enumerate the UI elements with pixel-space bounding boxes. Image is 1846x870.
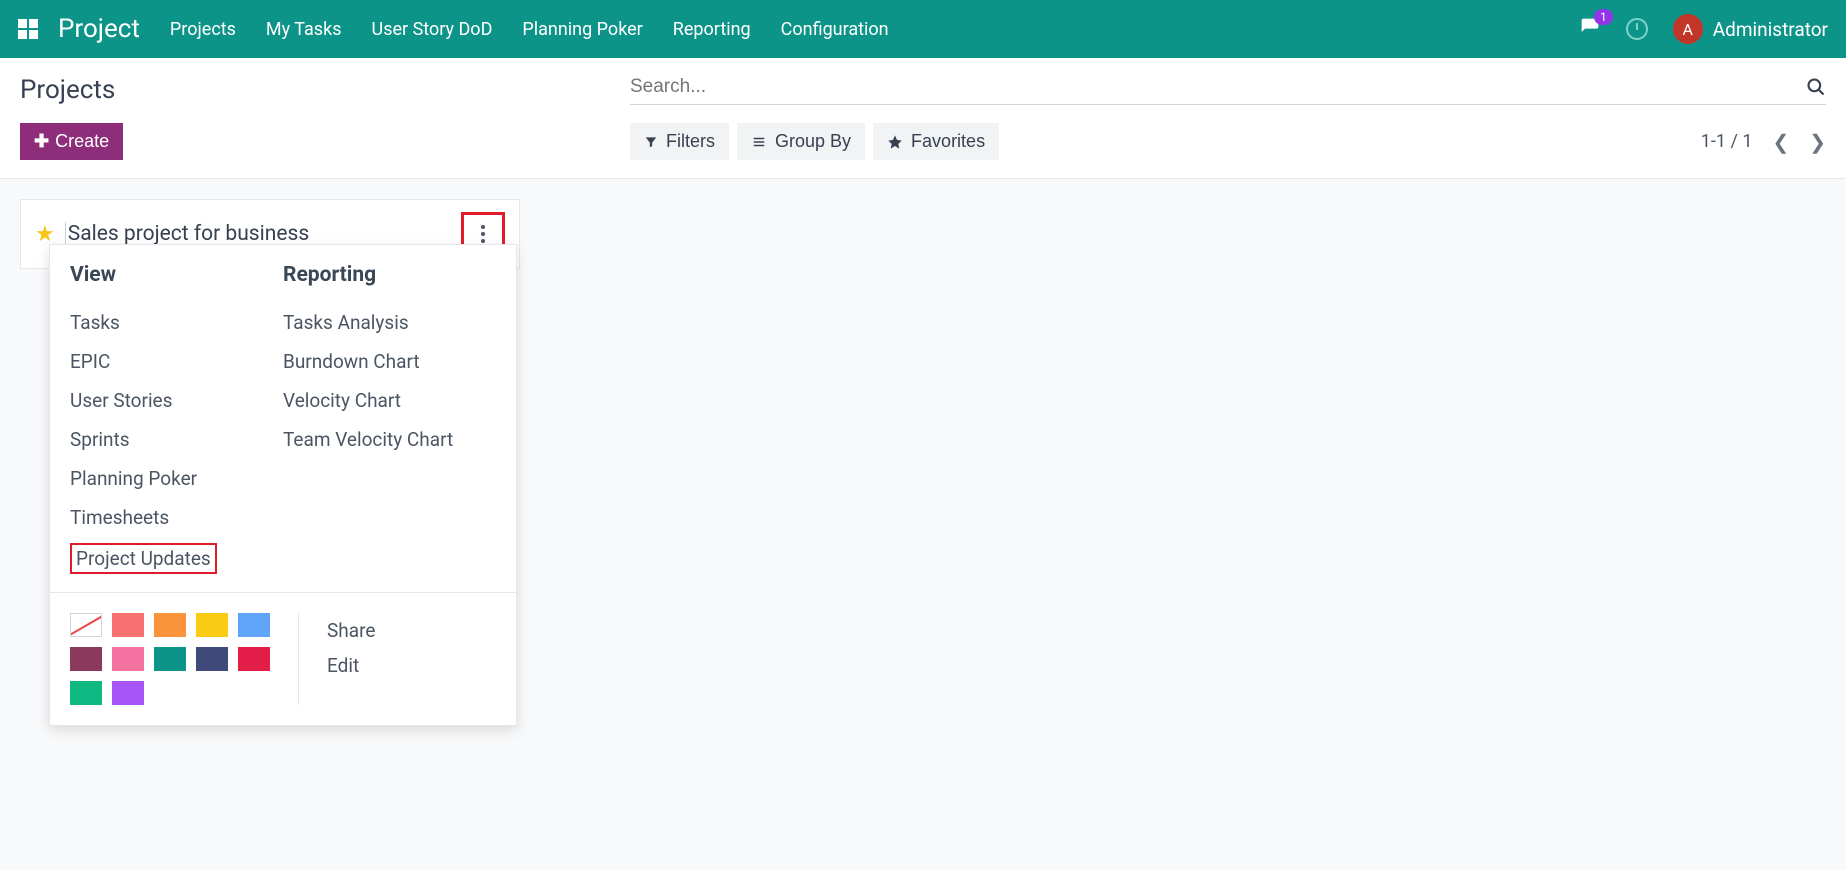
create-label: Create [55,131,109,152]
color-swatch[interactable] [112,681,144,705]
nav-item-configuration[interactable]: Configuration [781,19,889,40]
card-dropdown: View Tasks EPIC User Stories Sprints Pla… [49,244,517,726]
pager-next-icon[interactable]: ❯ [1809,130,1826,154]
dropdown-reporting-column: Reporting Tasks Analysis Burndown Chart … [283,263,496,580]
filters-button[interactable]: Filters [630,123,729,160]
color-swatch[interactable] [70,681,102,705]
pager-text: 1-1 / 1 [1701,131,1753,152]
card-actions: Share Edit [299,613,375,705]
control-panel: Projects ✚ Create Filters [0,58,1846,179]
nav-item-reporting[interactable]: Reporting [673,19,751,40]
menu-item-timesheets[interactable]: Timesheets [70,498,283,537]
menu-item-tasks-analysis[interactable]: Tasks Analysis [283,303,496,342]
color-swatch[interactable] [238,613,270,637]
menu-item-planning-poker[interactable]: Planning Poker [70,459,283,498]
color-swatch[interactable] [154,647,186,671]
nav-item-user-story-dod[interactable]: User Story DoD [372,19,493,40]
groupby-label: Group By [775,131,851,152]
menu-item-project-updates[interactable]: Project Updates [70,543,217,574]
nav-item-my-tasks[interactable]: My Tasks [266,19,342,40]
color-swatch[interactable] [238,647,270,671]
action-share[interactable]: Share [327,613,375,648]
color-swatch-none[interactable] [70,613,102,637]
menu-item-burndown-chart[interactable]: Burndown Chart [283,342,496,381]
menu-item-sprints[interactable]: Sprints [70,420,283,459]
messaging-badge: 1 [1594,9,1613,25]
color-swatch[interactable] [154,613,186,637]
dropdown-view-column: View Tasks EPIC User Stories Sprints Pla… [70,263,283,580]
plus-icon: ✚ [34,131,49,152]
username-label: Administrator [1713,18,1828,41]
favorites-label: Favorites [911,131,985,152]
app-brand[interactable]: Project [58,14,140,44]
nav-menu: Projects My Tasks User Story DoD Plannin… [170,19,889,40]
apps-icon[interactable] [18,19,38,39]
color-picker [70,613,299,705]
favorites-button[interactable]: Favorites [873,123,999,160]
search-input[interactable] [630,76,1806,98]
list-icon [751,135,767,149]
color-swatch[interactable] [112,647,144,671]
nav-item-projects[interactable]: Projects [170,19,236,40]
kebab-icon [481,225,485,243]
favorite-star-icon[interactable]: ★ [35,222,55,247]
groupby-button[interactable]: Group By [737,123,865,160]
menu-item-epic[interactable]: EPIC [70,342,283,381]
nav-right: 1 A Administrator [1579,14,1828,44]
search-icon[interactable] [1806,77,1826,97]
star-icon [887,134,903,150]
menu-item-velocity-chart[interactable]: Velocity Chart [283,381,496,420]
user-menu[interactable]: A Administrator [1673,14,1828,44]
messaging-icon[interactable]: 1 [1579,17,1601,41]
page-title: Projects [20,71,630,105]
filters-label: Filters [666,131,715,152]
project-card[interactable]: ★ Sales project for business View Tasks … [20,199,520,269]
pager-prev-icon[interactable]: ❮ [1772,130,1789,154]
pager: 1-1 / 1 ❮ ❯ [1701,130,1826,154]
activity-icon[interactable] [1626,18,1648,40]
color-swatch[interactable] [112,613,144,637]
search-bar[interactable] [630,70,1826,105]
menu-item-user-stories[interactable]: User Stories [70,381,283,420]
menu-item-tasks[interactable]: Tasks [70,303,283,342]
color-swatch[interactable] [70,647,102,671]
filter-bar: Filters Group By Favorites [630,123,999,160]
funnel-icon [644,135,658,149]
color-swatch[interactable] [196,647,228,671]
kanban-area: ★ Sales project for business View Tasks … [0,179,1846,289]
avatar: A [1673,14,1703,44]
top-navbar: Project Projects My Tasks User Story DoD… [0,0,1846,58]
view-heading: View [70,263,283,287]
nav-item-planning-poker[interactable]: Planning Poker [522,19,642,40]
color-swatch[interactable] [196,613,228,637]
action-edit[interactable]: Edit [327,648,375,683]
reporting-heading: Reporting [283,263,496,287]
menu-item-team-velocity-chart[interactable]: Team Velocity Chart [283,420,496,459]
create-button[interactable]: ✚ Create [20,123,123,160]
project-title[interactable]: Sales project for business [65,222,309,246]
